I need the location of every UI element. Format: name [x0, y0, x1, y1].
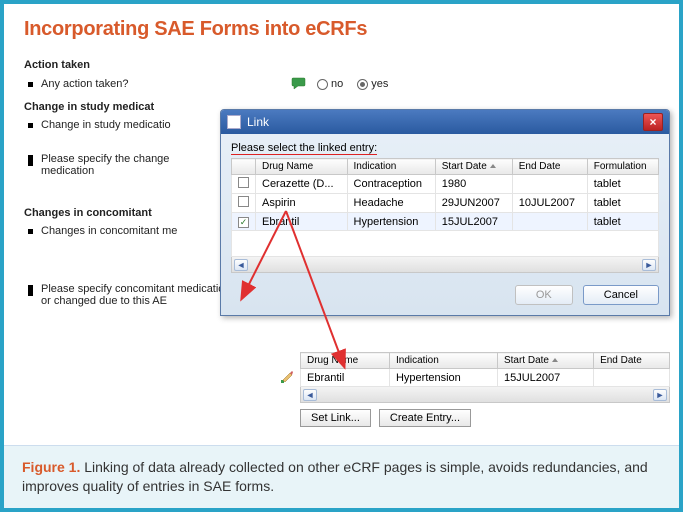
set-link-button[interactable]: Set Link...: [300, 409, 371, 427]
table-row[interactable]: Aspirin Headache 29JUN2007 10JUL2007 tab…: [232, 194, 659, 213]
bullet-icon: [28, 82, 33, 87]
col-indication[interactable]: Indication: [347, 159, 435, 175]
figure-caption: Figure 1. Linking of data already collec…: [4, 445, 679, 508]
dialog-title: Link: [247, 115, 643, 129]
question-change-study-med: Change in study medicatio: [41, 119, 171, 131]
col-start[interactable]: Start Date: [435, 159, 512, 175]
figure-label: Figure 1.: [22, 459, 80, 475]
horizontal-scrollbar[interactable]: ◄ ►: [231, 257, 659, 273]
question-changes-concomitant: Changes in concomitant me: [41, 225, 177, 237]
bullet-icon: [28, 155, 33, 166]
radio-no[interactable]: no: [317, 78, 343, 90]
bullet-icon: [28, 123, 33, 128]
scroll-left-icon[interactable]: ◄: [303, 389, 317, 401]
radio-yes-label: yes: [371, 78, 388, 90]
question-any-action: Any action taken?: [41, 78, 291, 90]
horizontal-scrollbar[interactable]: ◄ ►: [300, 387, 670, 403]
checkbox-checked[interactable]: ✓: [238, 217, 249, 228]
sort-asc-icon: [490, 164, 496, 168]
close-icon[interactable]: ×: [643, 113, 663, 131]
checkbox[interactable]: [238, 177, 249, 188]
cancel-button[interactable]: Cancel: [583, 285, 659, 305]
create-entry-button[interactable]: Create Entry...: [379, 409, 471, 427]
scroll-right-icon[interactable]: ►: [653, 389, 667, 401]
linked-detail-table: Drug Name Indication Start Date End Date…: [300, 352, 670, 387]
link-entries-table: Drug Name Indication Start Date End Date…: [231, 158, 659, 257]
col-indication[interactable]: Indication: [389, 353, 497, 369]
table-row: [232, 231, 659, 257]
figure-title: Incorporating SAE Forms into eCRFs: [24, 18, 659, 41]
section-action-taken: Action taken: [24, 59, 659, 71]
dialog-icon: [227, 115, 241, 129]
radio-yes[interactable]: yes: [357, 78, 388, 90]
comment-icon[interactable]: [291, 77, 307, 91]
checkbox[interactable]: [238, 196, 249, 207]
table-row[interactable]: Cerazette (D... Contraception 1980 table…: [232, 175, 659, 194]
col-drug[interactable]: Drug Name: [256, 159, 348, 175]
scroll-left-icon[interactable]: ◄: [234, 259, 248, 271]
ok-button[interactable]: OK: [515, 285, 573, 305]
sort-asc-icon: [552, 358, 558, 362]
scroll-right-icon[interactable]: ►: [642, 259, 656, 271]
pencil-icon[interactable]: [280, 370, 294, 384]
radio-no-label: no: [331, 78, 343, 90]
col-end[interactable]: End Date: [512, 159, 587, 175]
col-formulation[interactable]: Formulation: [587, 159, 658, 175]
col-end[interactable]: End Date: [594, 353, 670, 369]
dialog-titlebar[interactable]: Link ×: [221, 110, 669, 134]
bullet-icon: [28, 285, 33, 296]
dialog-prompt: Please select the linked entry:: [231, 142, 377, 155]
table-row[interactable]: ✓ Ebrantil Hypertension 15JUL2007 tablet: [232, 213, 659, 231]
col-start[interactable]: Start Date: [497, 353, 593, 369]
table-row[interactable]: Ebrantil Hypertension 15JUL2007: [301, 369, 670, 387]
bullet-icon: [28, 229, 33, 234]
link-dialog: Link × Please select the linked entry: D…: [220, 109, 670, 316]
question-specify-change: Please specify the change medication: [41, 153, 169, 177]
col-drug[interactable]: Drug Name: [301, 353, 390, 369]
figure-caption-text: Linking of data already collected on oth…: [22, 459, 648, 494]
